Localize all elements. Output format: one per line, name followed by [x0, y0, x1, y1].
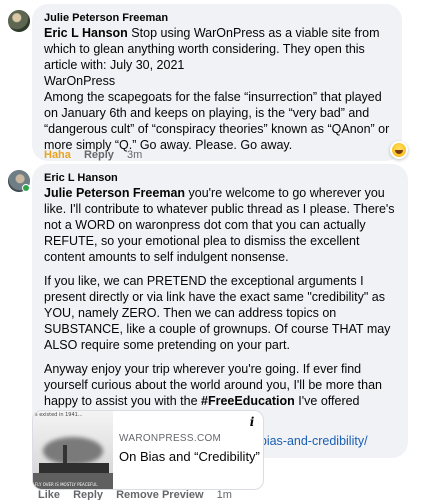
remove-preview-button[interactable]: Remove Preview	[116, 489, 203, 500]
thumbnail-caption-bottom: FLY OVER IS MOSTLY PEACEFUL	[35, 482, 98, 487]
preview-site: WARONPRESS.COM	[119, 433, 222, 444]
comment-actions: Like Reply Remove Preview 1m	[38, 489, 242, 500]
preview-thumbnail: s existed in 1941... FLY OVER IS MOSTLY …	[33, 411, 113, 489]
comment-text: Eric L Hanson Stop using WarOnPress as a…	[44, 26, 380, 72]
haha-emoji-icon[interactable]	[390, 141, 408, 159]
mention-link[interactable]: Eric L Hanson	[44, 26, 128, 40]
mention-link[interactable]: Julie Peterson Freeman	[44, 186, 185, 200]
preview-title[interactable]: On Bias and “Credibility”	[119, 449, 260, 465]
avatar[interactable]	[8, 10, 30, 32]
comment-text-p2: If you like, we can PRETEND the exceptio…	[44, 274, 391, 352]
comment-text-p1: Julie Peterson Freeman you're welcome to…	[44, 186, 395, 264]
comment-text-site: WarOnPress	[44, 74, 116, 88]
reaction-button[interactable]: Haha	[44, 149, 71, 161]
timestamp[interactable]: 3m	[127, 149, 142, 161]
reply-button[interactable]: Reply	[84, 149, 114, 161]
hashtag-link[interactable]: #FreeEducation	[201, 394, 295, 408]
reply-button[interactable]: Reply	[73, 489, 103, 500]
comment-author[interactable]: Eric L Hanson	[44, 171, 396, 185]
comment-author[interactable]: Julie Peterson Freeman	[44, 11, 390, 25]
info-icon[interactable]: i	[244, 414, 260, 430]
timestamp[interactable]: 1m	[217, 489, 232, 500]
online-status-icon	[22, 184, 30, 192]
comment-bubble: Julie Peterson Freeman Eric L Hanson Sto…	[32, 4, 402, 161]
link-preview-card[interactable]: s existed in 1941... FLY OVER IS MOSTLY …	[32, 410, 264, 490]
comment-actions: Haha Reply 3m	[44, 149, 152, 161]
comment-text-quote: Among the scapegoats for the false “insu…	[44, 90, 390, 152]
thumbnail-caption-top: s existed in 1941...	[35, 412, 83, 418]
like-button[interactable]: Like	[38, 489, 60, 500]
